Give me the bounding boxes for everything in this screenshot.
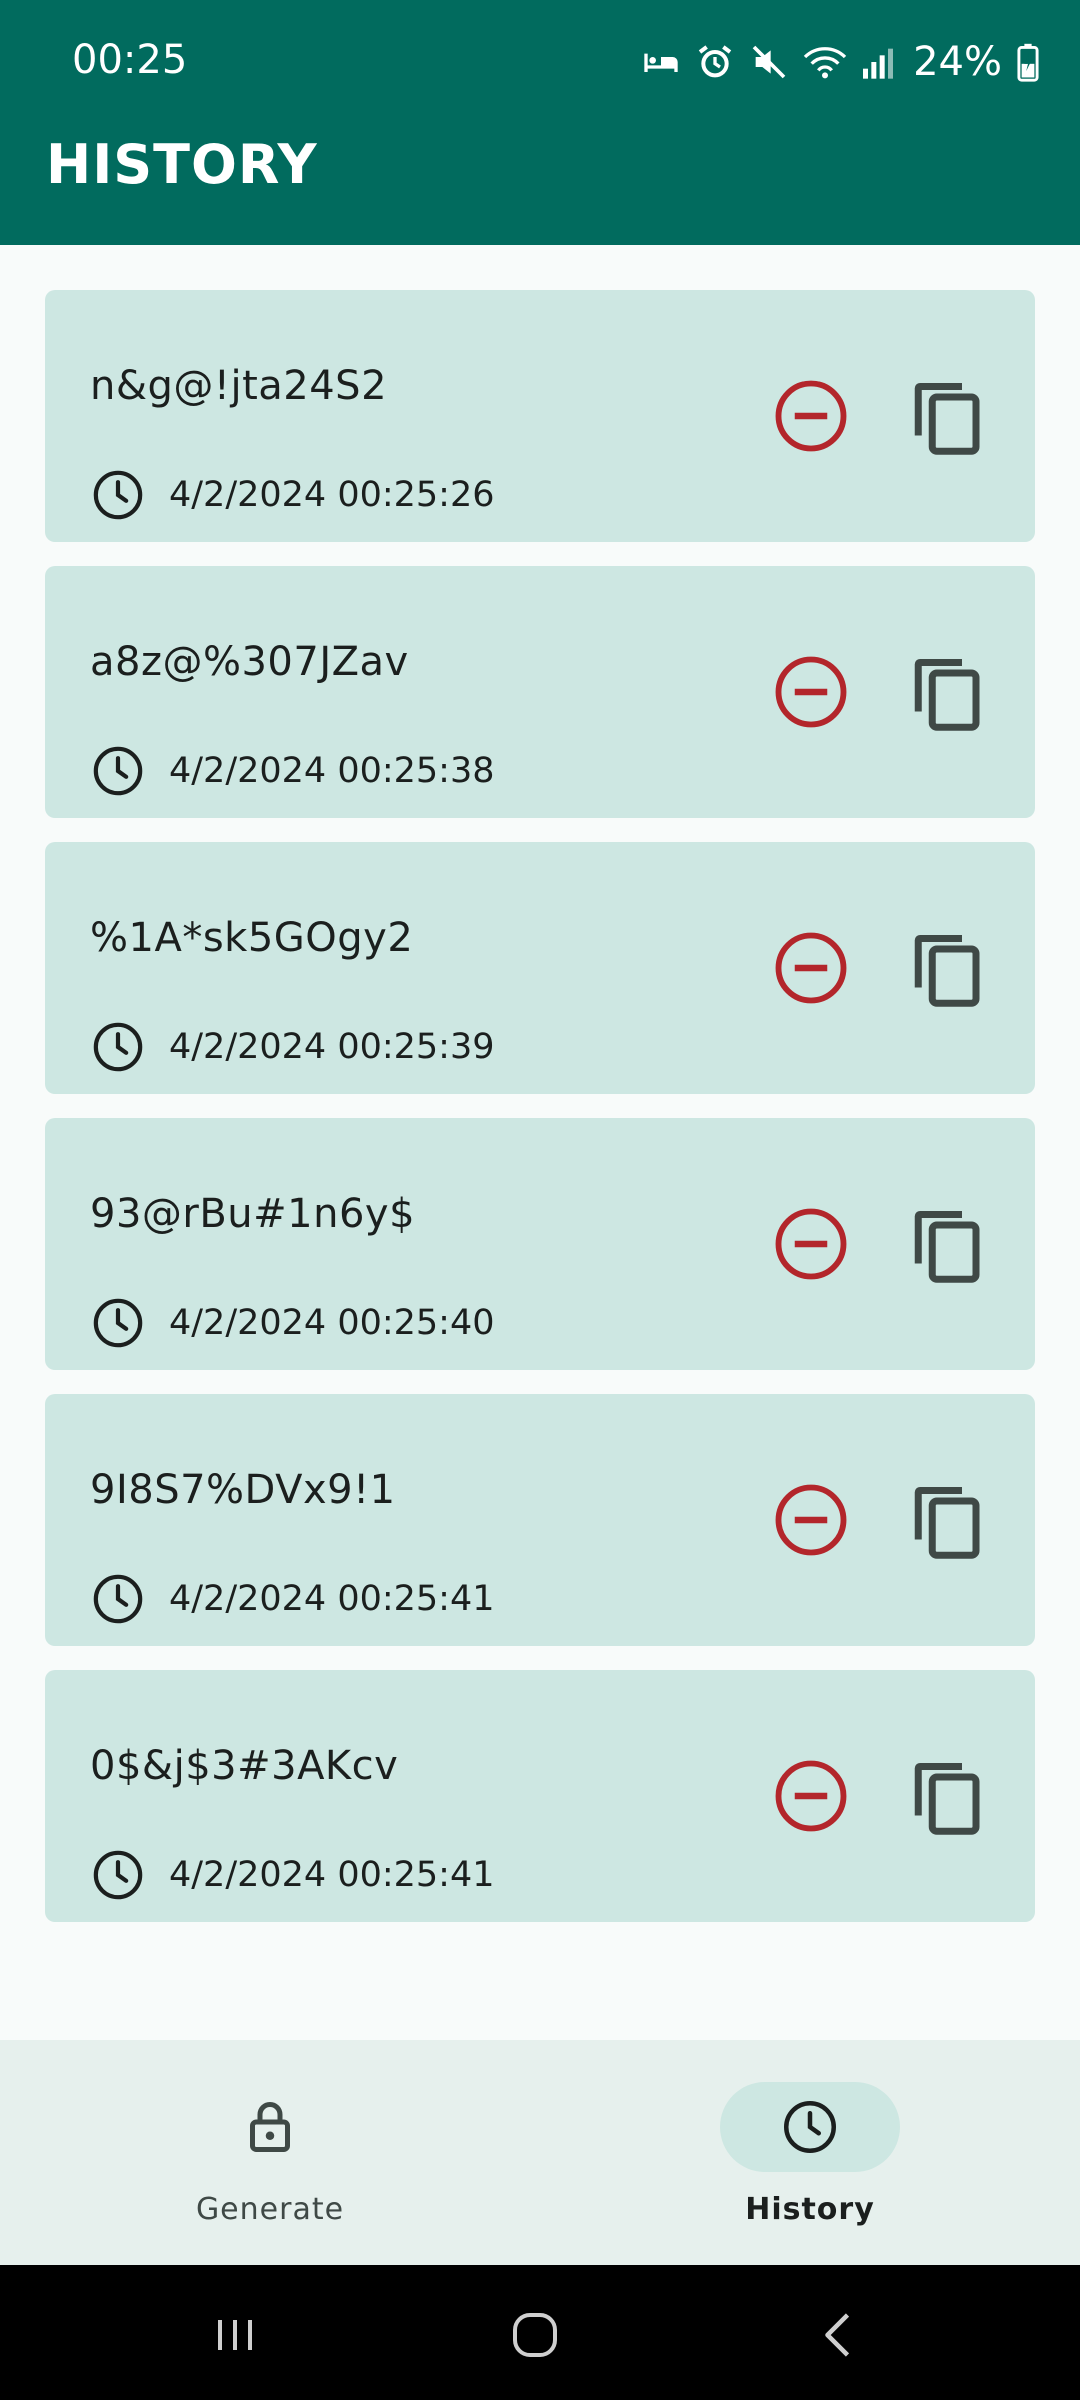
nav-indicator: [180, 2082, 360, 2172]
nav-indicator-active: [720, 2082, 900, 2172]
remove-circle-icon: [775, 932, 847, 1004]
delete-button[interactable]: [763, 1748, 859, 1844]
mute-icon: [752, 45, 786, 79]
battery-charging-icon: [1017, 43, 1039, 82]
bottom-navigation: Generate History: [0, 2040, 1080, 2265]
copy-button[interactable]: [900, 370, 996, 466]
delete-button[interactable]: [763, 368, 859, 464]
timestamp-text: 4/2/2024 00:25:41: [169, 1579, 495, 1619]
clock-icon: [784, 2101, 836, 2153]
copy-icon: [914, 1211, 980, 1283]
timestamp-text: 4/2/2024 00:25:41: [169, 1855, 495, 1895]
copy-icon: [914, 383, 980, 455]
screen: 00:25 24% HISTORY n&g@!jta24S2 4/2/2024 …: [0, 0, 1080, 2400]
delete-button[interactable]: [763, 1472, 859, 1568]
recents-button[interactable]: [195, 2295, 275, 2375]
home-icon: [513, 2313, 557, 2357]
password-text: 0$&j$3#3AKcv: [90, 1743, 399, 1789]
password-text: %1A*sk5GOgy2: [90, 915, 414, 961]
clock-icon: [93, 1298, 143, 1348]
back-icon: [825, 2313, 850, 2357]
history-item: %1A*sk5GOgy2 4/2/2024 00:25:39: [45, 842, 1035, 1094]
nav-item-history[interactable]: History: [660, 2040, 960, 2265]
delete-button[interactable]: [763, 920, 859, 1016]
app-bar: 00:25 24% HISTORY: [0, 0, 1080, 245]
nav-label-history: History: [745, 2192, 875, 2227]
timestamp-text: 4/2/2024 00:25:40: [169, 1303, 495, 1343]
password-text: n&g@!jta24S2: [90, 363, 388, 409]
clock-icon: [93, 1850, 143, 1900]
password-text: 93@rBu#1n6y$: [90, 1191, 416, 1237]
clock-icon: [93, 470, 143, 520]
copy-button[interactable]: [900, 1474, 996, 1570]
timestamp-text: 4/2/2024 00:25:26: [169, 475, 495, 515]
home-button[interactable]: [495, 2295, 575, 2375]
clock-icon: [93, 1574, 143, 1624]
remove-circle-icon: [775, 1208, 847, 1280]
timestamp-text: 4/2/2024 00:25:39: [169, 1027, 495, 1067]
wifi-icon: [803, 47, 847, 79]
nav-label-generate: Generate: [195, 2192, 345, 2227]
remove-circle-icon: [775, 1760, 847, 1832]
history-item: 93@rBu#1n6y$ 4/2/2024 00:25:40: [45, 1118, 1035, 1370]
alarm-icon: [698, 45, 732, 78]
copy-button[interactable]: [900, 646, 996, 742]
password-text: a8z@%307JZav: [90, 639, 409, 685]
copy-button[interactable]: [900, 922, 996, 1018]
signal-icon: [863, 48, 894, 79]
copy-button[interactable]: [900, 1750, 996, 1846]
nav-item-generate[interactable]: Generate: [120, 2040, 420, 2265]
back-button[interactable]: [800, 2295, 880, 2375]
status-icons: 24%: [641, 34, 1040, 90]
status-time: 00:25: [72, 37, 188, 83]
battery-percent: 24%: [913, 39, 1002, 85]
copy-icon: [914, 1487, 980, 1559]
clock-icon: [93, 746, 143, 796]
sleep-mode-icon: [644, 53, 678, 72]
remove-circle-icon: [775, 380, 847, 452]
delete-button[interactable]: [763, 1196, 859, 1292]
remove-circle-icon: [775, 656, 847, 728]
timestamp-text: 4/2/2024 00:25:38: [169, 751, 495, 791]
history-item: 0$&j$3#3AKcv 4/2/2024 00:25:41: [45, 1670, 1035, 1922]
history-item: 9I8S7%DVx9!1 4/2/2024 00:25:41: [45, 1394, 1035, 1646]
remove-circle-icon: [775, 1484, 847, 1556]
system-navigation-bar: [0, 2265, 1080, 2400]
copy-button[interactable]: [900, 1198, 996, 1294]
copy-icon: [914, 659, 980, 731]
copy-icon: [914, 935, 980, 1007]
history-list: n&g@!jta24S2 4/2/2024 00:25:26 a8z@%307J…: [45, 290, 1035, 1922]
page-title: HISTORY: [46, 133, 318, 196]
password-text: 9I8S7%DVx9!1: [90, 1467, 396, 1513]
clock-icon: [93, 1022, 143, 1072]
history-item: a8z@%307JZav 4/2/2024 00:25:38: [45, 566, 1035, 818]
recents-icon: [218, 2320, 252, 2350]
copy-icon: [914, 1763, 980, 1835]
history-item: n&g@!jta24S2 4/2/2024 00:25:26: [45, 290, 1035, 542]
lock-icon: [250, 2102, 290, 2152]
delete-button[interactable]: [763, 644, 859, 740]
